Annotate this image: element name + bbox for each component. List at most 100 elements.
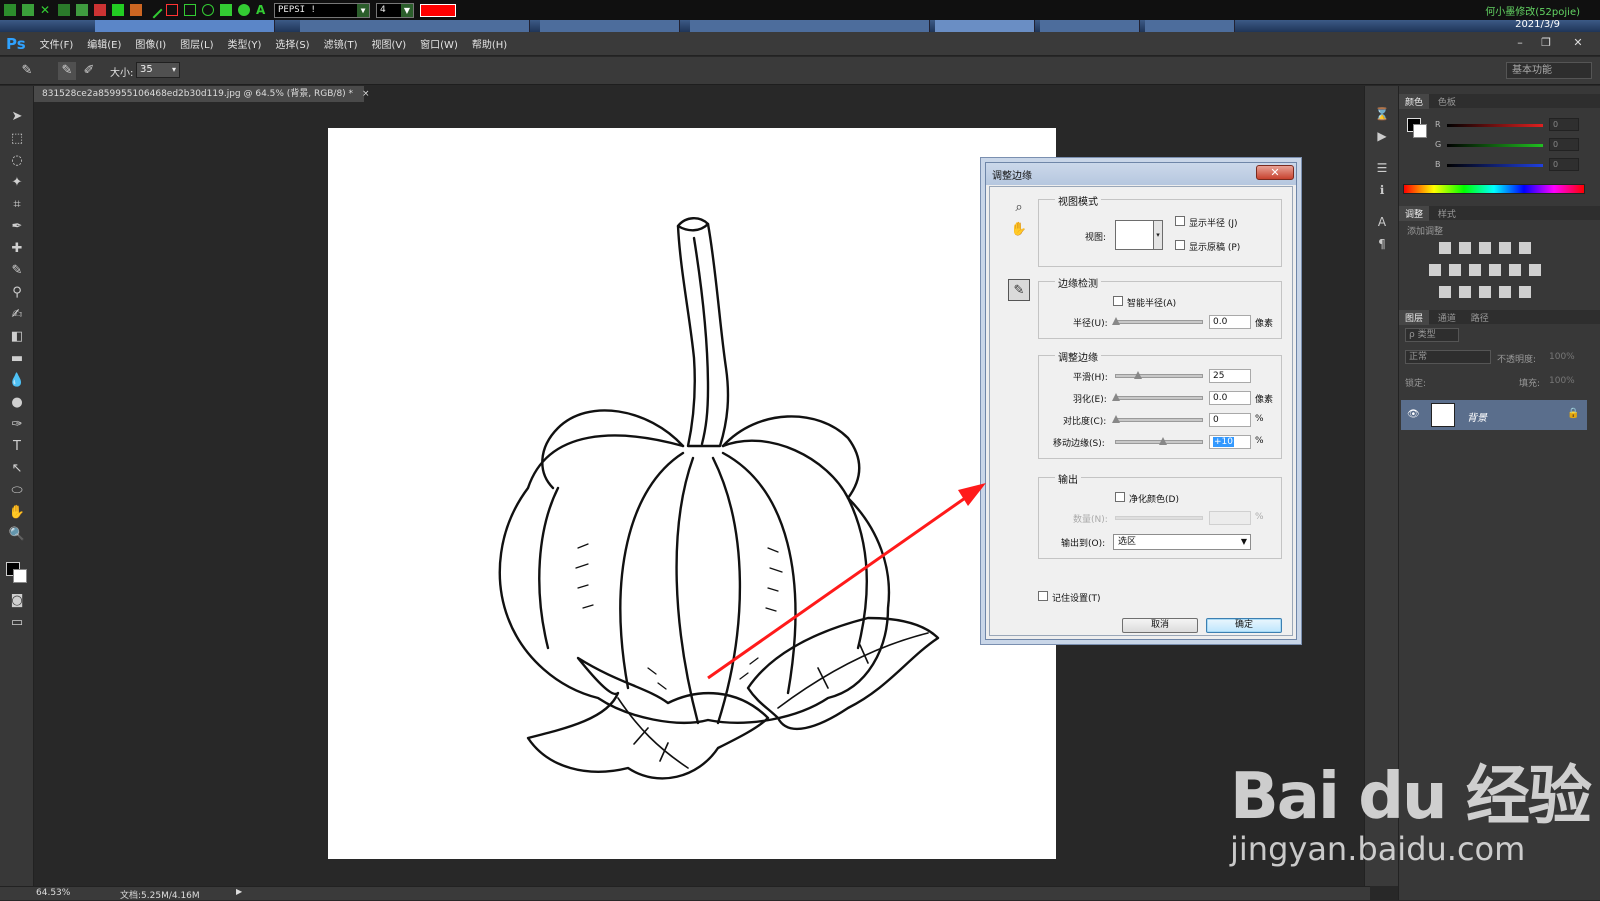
taskbar-button[interactable] bbox=[1040, 20, 1140, 32]
close-window-icon[interactable]: ✕ bbox=[1570, 36, 1586, 50]
feather-slider-knob[interactable] bbox=[1112, 393, 1120, 401]
refine-radius-tool-icon[interactable]: ✎ bbox=[18, 62, 36, 80]
layer-filter-select[interactable]: ρ 类型 bbox=[1405, 328, 1459, 342]
smart-radius-checkbox[interactable] bbox=[1113, 296, 1123, 306]
color-balance-icon[interactable] bbox=[1449, 264, 1461, 276]
view-mode-thumbnail[interactable] bbox=[1115, 220, 1155, 250]
exposure-icon[interactable] bbox=[1499, 242, 1511, 254]
marker-icon[interactable] bbox=[112, 4, 124, 16]
filled-ellipse-icon[interactable] bbox=[238, 4, 250, 16]
show-radius-checkbox[interactable] bbox=[1175, 216, 1185, 226]
menu-file[interactable]: 文件(F) bbox=[40, 36, 74, 51]
fill-icon[interactable] bbox=[130, 4, 142, 16]
eraser-icon[interactable] bbox=[94, 4, 106, 16]
download-icon[interactable] bbox=[22, 4, 34, 16]
invert-icon[interactable] bbox=[1439, 286, 1451, 298]
menu-help[interactable]: 帮助(H) bbox=[472, 36, 507, 51]
close-tab-icon[interactable]: × bbox=[362, 89, 370, 99]
line-icon[interactable] bbox=[145, 1, 163, 19]
levels-icon[interactable] bbox=[1459, 242, 1471, 254]
color-lookup-icon[interactable] bbox=[1529, 264, 1541, 276]
save-icon[interactable] bbox=[4, 4, 16, 16]
decontaminate-checkbox[interactable] bbox=[1115, 492, 1125, 502]
blur-tool-icon[interactable]: 💧 bbox=[8, 372, 26, 390]
quick-mask-icon[interactable]: ◙ bbox=[8, 592, 26, 610]
channel-g-field[interactable]: 0 bbox=[1549, 138, 1579, 151]
text-tool-icon[interactable]: A bbox=[256, 4, 268, 16]
taskbar-button[interactable] bbox=[1145, 20, 1235, 32]
smooth-slider[interactable] bbox=[1115, 371, 1203, 379]
color-spectrum[interactable] bbox=[1403, 184, 1585, 194]
hand-tool-icon[interactable]: ✋ bbox=[8, 504, 26, 522]
ellipse-shape-icon[interactable]: ⬭ bbox=[8, 482, 26, 500]
hue-saturation-icon[interactable] bbox=[1429, 264, 1441, 276]
tab-swatches[interactable]: 色板 bbox=[1432, 94, 1462, 109]
background-color-swatch[interactable] bbox=[1413, 124, 1427, 138]
dialog-titlebar[interactable]: 调整边缘 ✕ bbox=[986, 163, 1296, 185]
annotation-font-select[interactable]: PEPSI ! ▼ bbox=[274, 2, 370, 18]
contrast-slider-knob[interactable] bbox=[1112, 415, 1120, 423]
zoom-readout[interactable]: 64.53% bbox=[36, 888, 70, 898]
remember-settings-checkbox[interactable] bbox=[1038, 591, 1048, 601]
eyedropper-icon[interactable]: ✒ bbox=[8, 218, 26, 236]
screen-mode-icon[interactable]: ▭ bbox=[8, 614, 26, 632]
output-to-select[interactable]: 选区 ▼ bbox=[1113, 534, 1251, 550]
dialog-close-button[interactable]: ✕ bbox=[1256, 165, 1294, 180]
annotation-size-select[interactable]: 4 ▼ bbox=[376, 2, 414, 18]
ok-button[interactable]: 确定 bbox=[1206, 618, 1282, 633]
contrast-slider[interactable] bbox=[1112, 415, 1203, 423]
menu-layer[interactable]: 图层(L) bbox=[180, 36, 213, 51]
shift-edge-field[interactable]: +10 bbox=[1209, 435, 1251, 449]
crop-tool-icon[interactable]: ⌗ bbox=[8, 196, 26, 214]
taskbar-button[interactable] bbox=[95, 20, 275, 32]
vibrance-icon[interactable] bbox=[1519, 242, 1531, 254]
tab-channels[interactable]: 通道 bbox=[1432, 310, 1462, 325]
hand-tool-icon[interactable]: ✋ bbox=[1008, 219, 1030, 241]
workspace-select[interactable]: 基本功能 bbox=[1506, 62, 1592, 79]
paragraph-panel-icon[interactable]: ¶ bbox=[1374, 236, 1390, 252]
marquee-tool-icon[interactable]: ⬚ bbox=[8, 130, 26, 148]
gradient-map-icon[interactable] bbox=[1519, 286, 1531, 298]
chevron-down-icon[interactable]: ▾ bbox=[1153, 220, 1163, 250]
minimize-icon[interactable]: – bbox=[1512, 36, 1528, 50]
magic-wand-icon[interactable]: ✦ bbox=[8, 174, 26, 192]
channel-r-field[interactable]: 0 bbox=[1549, 118, 1579, 131]
close-icon[interactable]: ✕ bbox=[40, 4, 52, 16]
tab-adjustments[interactable]: 调整 bbox=[1399, 206, 1430, 221]
show-original-checkbox[interactable] bbox=[1175, 240, 1185, 250]
brush-tool-icon[interactable]: ✎ bbox=[8, 262, 26, 280]
layer-name[interactable]: 背景 bbox=[1467, 409, 1487, 424]
arrow-tool-icon[interactable] bbox=[166, 4, 178, 16]
radius-slider[interactable] bbox=[1112, 317, 1203, 325]
background-color-swatch[interactable] bbox=[13, 569, 27, 583]
document-tab[interactable]: 831528ce2a859955106468ed2b30d119.jpg @ 6… bbox=[34, 86, 369, 102]
path-select-icon[interactable]: ↖ bbox=[8, 460, 26, 478]
type-tool-icon[interactable]: T bbox=[8, 438, 26, 456]
rectangle-icon[interactable] bbox=[184, 4, 196, 16]
blend-mode-select[interactable]: 正常 bbox=[1405, 350, 1491, 364]
filled-rectangle-icon[interactable] bbox=[220, 4, 232, 16]
feather-field[interactable]: 0.0 bbox=[1209, 391, 1251, 405]
zoom-tool-icon[interactable]: 🔍 bbox=[8, 526, 26, 544]
tab-color[interactable]: 颜色 bbox=[1399, 94, 1430, 109]
zoom-tool-icon[interactable]: ⌕ bbox=[1008, 197, 1030, 219]
channel-b-slider[interactable] bbox=[1447, 164, 1543, 167]
folder-icon[interactable] bbox=[76, 4, 88, 16]
layer-row[interactable]: 👁 背景 🔒 bbox=[1401, 400, 1587, 430]
pen-tool-icon[interactable]: ✑ bbox=[8, 416, 26, 434]
menu-type[interactable]: 类型(Y) bbox=[228, 36, 262, 51]
annotation-color-swatch[interactable] bbox=[420, 3, 456, 17]
posterize-icon[interactable] bbox=[1459, 286, 1471, 298]
fill-field[interactable]: 100% bbox=[1549, 376, 1575, 386]
dodge-tool-icon[interactable]: ● bbox=[8, 394, 26, 412]
threshold-icon[interactable] bbox=[1479, 286, 1491, 298]
menu-window[interactable]: 窗口(W) bbox=[420, 36, 458, 51]
brush-size-field[interactable]: 35 ▾ bbox=[136, 62, 180, 78]
menu-select[interactable]: 选择(S) bbox=[275, 36, 309, 51]
disk-icon[interactable] bbox=[58, 4, 70, 16]
character-panel-icon[interactable]: A bbox=[1374, 214, 1390, 230]
contrast-field[interactable]: 0 bbox=[1209, 413, 1251, 427]
tab-layers[interactable]: 图层 bbox=[1399, 310, 1430, 325]
photo-filter-icon[interactable] bbox=[1489, 264, 1501, 276]
radius-field[interactable]: 0.0 bbox=[1209, 315, 1251, 329]
